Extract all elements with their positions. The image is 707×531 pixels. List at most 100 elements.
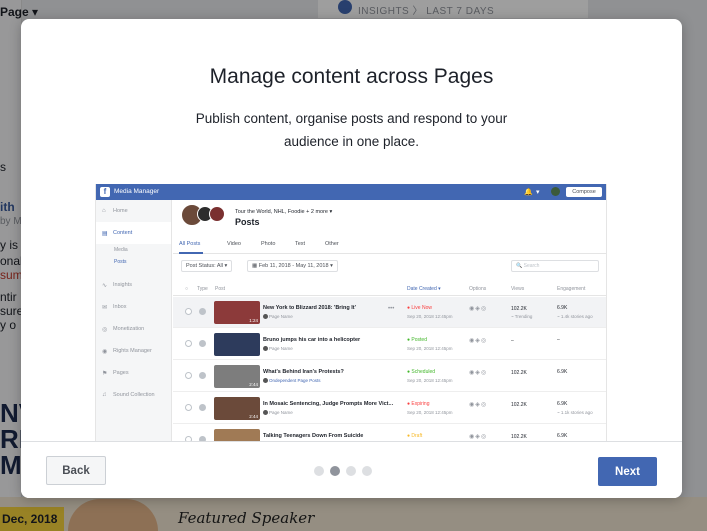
post-views: – xyxy=(511,338,514,344)
post-thumbnail: 1:24 xyxy=(214,301,260,324)
post-date: Sep 20, 2018 12:45pm xyxy=(407,410,453,415)
preview-search-input: 🔍 Search xyxy=(511,260,599,272)
column-engagement: Engagement xyxy=(557,286,586,292)
modal-title: Manage content across Pages xyxy=(209,65,494,88)
post-options-icons: ◉◈◎ xyxy=(469,370,488,376)
tab-video: Video xyxy=(227,241,241,247)
post-title: Bruno jumps his car into a helicopter xyxy=(263,337,361,343)
content-icon: ▤ xyxy=(102,231,108,237)
tab-photo: Photo xyxy=(261,241,276,247)
post-author: Page Name xyxy=(269,410,293,415)
back-button[interactable]: Back xyxy=(46,456,106,485)
preview-tabs: All Posts Video Photo Text Other xyxy=(173,236,606,254)
post-options-icons: ◉◈◎ xyxy=(469,402,488,408)
post-status: ● Scheduled xyxy=(407,369,436,375)
preview-filters: Post Status: All ▾ ▦ Feb 11, 2018 - May … xyxy=(181,260,601,274)
sidebar-item-inbox: ✉ Inbox xyxy=(102,304,127,311)
preview-top-bar: f Media Manager 🔔 ▾ Compose xyxy=(96,184,606,200)
insights-icon: ∿ xyxy=(102,283,108,289)
tab-text: Text xyxy=(295,241,306,247)
post-type-icon xyxy=(199,372,206,379)
sidebar-item-insights: ∿ Insights xyxy=(102,282,132,289)
modal-footer: Back Next xyxy=(21,441,682,498)
row-checkbox xyxy=(185,308,192,315)
inbox-icon: ✉ xyxy=(102,305,108,311)
avatar xyxy=(551,187,560,196)
post-type-icon xyxy=(199,404,206,411)
modal-subtitle: Publish content, organise posts and resp… xyxy=(195,111,508,149)
column-options: Options xyxy=(469,286,487,292)
preview-sidebar: ⌂ Home ▤ Content Media Posts ∿ Insights ✉ In… xyxy=(96,200,172,442)
sidebar-item-monetization: ◎ Monetization xyxy=(102,326,145,333)
post-engagement-trend: ~ 1.4k stories ago xyxy=(557,314,593,319)
active-tab-indicator xyxy=(179,252,203,254)
pagination-dot-4[interactable] xyxy=(362,466,372,476)
post-status: ● Live Now xyxy=(407,305,432,311)
post-engagement: 6.9K xyxy=(557,401,568,407)
pagination-dot-2[interactable] xyxy=(330,466,340,476)
date-range-filter: ▦ Feb 11, 2018 - May 11, 2018 ▾ xyxy=(247,260,338,272)
post-author: Page Name xyxy=(269,314,293,319)
post-type-icon xyxy=(199,308,206,315)
rights-manager-icon: ◉ xyxy=(102,349,108,355)
bell-icon: 🔔 xyxy=(524,189,533,196)
sidebar-item-home: ⌂ Home xyxy=(102,208,128,214)
chevron-down-icon: ▾ xyxy=(536,189,540,196)
table-row: 2:44 What's Behind Iran's Protests? Ondepe… xyxy=(173,361,606,392)
flag-icon: ⚑ xyxy=(102,371,108,377)
post-status-filter: Post Status: All ▾ xyxy=(181,260,233,272)
sidebar-subitem-posts: Posts xyxy=(114,259,127,265)
row-checkbox xyxy=(185,404,192,411)
post-views: 102.2K xyxy=(511,306,527,312)
post-engagement: – xyxy=(557,337,560,343)
post-views: 102.2K xyxy=(511,370,527,376)
sidebar-item-pages: ⚑ Pages xyxy=(102,370,129,377)
row-checkbox xyxy=(185,372,192,379)
pagination-dot-3[interactable] xyxy=(346,466,356,476)
column-type: Type xyxy=(197,286,208,292)
more-options-icon: ••• xyxy=(388,306,395,312)
post-views: 102.2K xyxy=(511,402,527,408)
video-duration: 2:44 xyxy=(249,382,258,387)
post-date: Sep 20, 2018 12:45pm xyxy=(407,314,453,319)
pagination-dots xyxy=(314,466,374,478)
header-checkbox: ○ xyxy=(185,286,189,292)
post-options-icons: ◉◈◎ xyxy=(469,306,488,312)
post-engagement: 6.9K xyxy=(557,433,568,439)
post-type-icon xyxy=(199,340,206,347)
tab-all-posts: All Posts xyxy=(179,241,201,247)
column-date-created: Date Created ▾ xyxy=(407,286,441,292)
post-options-icons: ◉◈◎ xyxy=(469,434,488,440)
preview-app-title: Media Manager xyxy=(114,188,160,195)
video-duration: 1:24 xyxy=(249,318,258,323)
column-post: Post xyxy=(215,286,226,292)
post-thumbnail xyxy=(214,333,260,356)
pagination-dot-1[interactable] xyxy=(314,466,324,476)
post-thumbnail: 2:44 xyxy=(214,365,260,388)
next-button[interactable]: Next xyxy=(598,457,657,486)
facebook-logo-icon: f xyxy=(100,187,110,197)
preview-main: Tour the World, NHL, Foodie + 2 more ▾ P… xyxy=(173,200,606,442)
media-manager-preview: f Media Manager 🔔 ▾ Compose ⌂ Home ▤ Conte… xyxy=(95,184,607,442)
post-status: ● Expiring xyxy=(407,401,430,407)
page-selector: Tour the World, NHL, Foodie + 2 more ▾ xyxy=(235,209,333,215)
post-views: 102.2K xyxy=(511,434,527,440)
table-row: Bruno jumps his car into a helicopter Pag… xyxy=(173,329,606,360)
post-engagement: 6.9K xyxy=(557,305,568,311)
home-icon: ⌂ xyxy=(102,208,106,214)
video-duration: 2:44 xyxy=(249,414,258,419)
page-avatar xyxy=(209,206,225,222)
post-date: Sep 20, 2018 12:45pm xyxy=(407,378,453,383)
table-row: 1:24 New York to Blizzard 2018: 'Bring It… xyxy=(173,297,606,328)
onboarding-modal: Manage content across Pages Publish cont… xyxy=(21,19,682,498)
post-date: Sep 20, 2018 12:45pm xyxy=(407,346,453,351)
post-title: What's Behind Iran's Protests? xyxy=(263,369,344,375)
post-views-trend: ~ Trending xyxy=(511,314,533,319)
post-options-icons: ◉◈◎ xyxy=(469,338,488,344)
sidebar-item-rights-manager: ◉ Rights Manager xyxy=(102,348,152,355)
music-icon: ♫ xyxy=(102,392,107,398)
author-avatar xyxy=(263,314,268,319)
post-status: ● Posted xyxy=(407,337,427,343)
sidebar-item-sound-collection: ♫ Sound Collection xyxy=(102,392,155,398)
sidebar-subitem-media: Media xyxy=(114,247,128,253)
